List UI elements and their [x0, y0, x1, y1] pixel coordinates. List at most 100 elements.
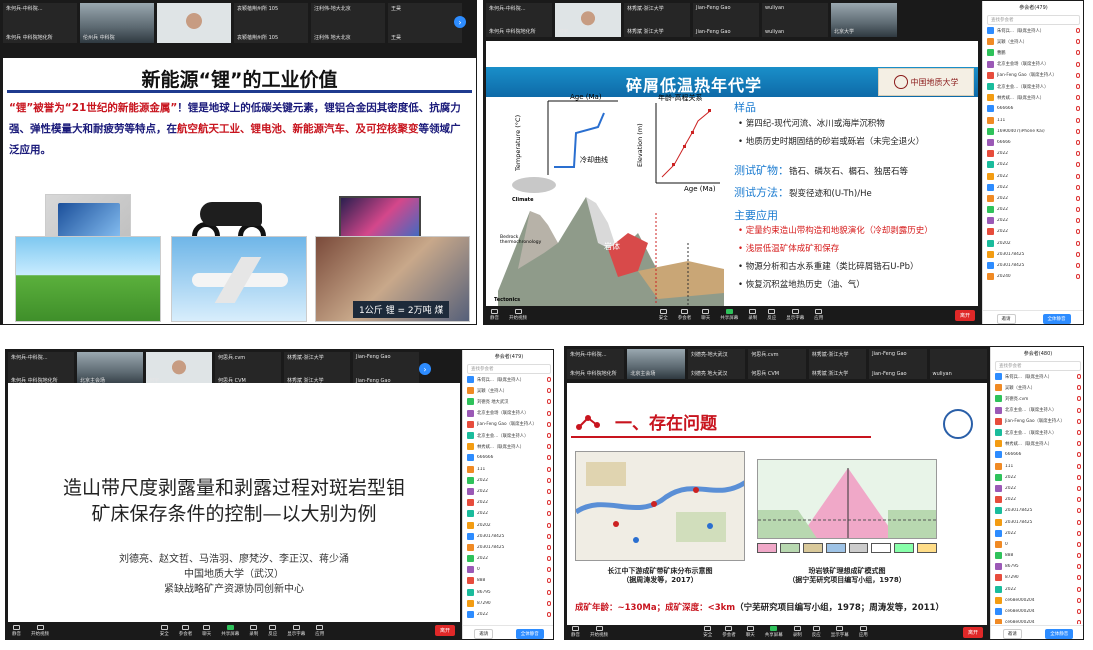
participant-tile[interactable]: wuliyan [929, 349, 987, 379]
participant-tile[interactable]: 北京大学 [831, 3, 897, 37]
participant-row[interactable]: 666666 [983, 103, 1083, 114]
participant-row[interactable]: 北京主会...（联席主持人） [991, 427, 1083, 438]
participant-tile[interactable]: 林秀斌-浙江大学 林秀斌 浙江大学 [624, 3, 690, 37]
apps-button[interactable]: 应用 [814, 309, 823, 321]
participant-row[interactable]: 666666 [463, 452, 553, 463]
leave-meeting-button[interactable]: 离开 [434, 625, 455, 636]
participant-row[interactable]: 888 [463, 575, 553, 586]
participant-row[interactable]: 吴颖（主持人） [463, 385, 553, 396]
participant-row[interactable]: 2022 [463, 497, 553, 508]
participant-row[interactable]: 86795 [463, 587, 553, 598]
participant-row[interactable]: 16900407(iPhone Kai) [983, 126, 1083, 137]
reactions-button[interactable]: 反应 [767, 309, 776, 321]
participant-row[interactable]: 2022 [463, 486, 553, 497]
record-button[interactable]: 录制 [249, 624, 258, 637]
mute-button[interactable]: 静音 [571, 626, 580, 638]
participant-row[interactable]: 2022 [991, 472, 1083, 483]
participant-search-input[interactable]: 查找参会者 [987, 15, 1080, 25]
mute-button[interactable]: 静音 [12, 624, 21, 637]
participant-row[interactable]: 2030178425 [991, 516, 1083, 527]
participant-tile[interactable]: 林秀斌-浙江大学 林秀斌 浙江大学 [808, 349, 867, 379]
captions-button[interactable]: 显示字幕 [831, 626, 849, 638]
participant-row[interactable]: 111 [463, 464, 553, 475]
next-page-icon[interactable]: › [454, 16, 466, 28]
participant-row[interactable]: 111 [983, 115, 1083, 126]
share-screen-button[interactable]: 共享屏幕 [765, 626, 783, 638]
participant-row[interactable]: 朱何兵...（联席主持人） [983, 25, 1083, 36]
participant-tile[interactable]: Jian-Feng Gao Jian-Feng Gao [869, 349, 927, 379]
participant-tile[interactable]: 朱何兵-中科院... 朱何兵 中科院地化所 [3, 3, 77, 43]
share-screen-button[interactable]: 共享屏幕 [720, 309, 738, 321]
participant-tile[interactable]: 何思兵.cvm 何思兵 CVM [215, 352, 281, 386]
participant-tile[interactable]: 何思兵.cvm 何思兵 CVM [748, 349, 806, 379]
start-video-button[interactable]: 开始视频 [31, 624, 49, 637]
participant-tile[interactable]: 朱何兵-中科院... 朱何兵 中科院地化所 [486, 3, 552, 37]
participant-tile[interactable]: 王昊 王昊 [388, 3, 462, 43]
participant-row[interactable]: 2022 [463, 553, 553, 564]
participant-row[interactable]: 2022 [983, 148, 1083, 159]
participant-row[interactable]: 20240 [983, 271, 1083, 282]
participant-row[interactable]: Jian-Feng Gao（联席主持人） [983, 70, 1083, 81]
start-video-button[interactable]: 开始视频 [509, 309, 527, 321]
participant-row[interactable]: 刘德亮.cvm [991, 393, 1083, 404]
participants-button[interactable]: 参会者 [722, 626, 736, 638]
participant-row[interactable]: 2030178425 [983, 260, 1083, 271]
participant-row[interactable]: 北京主会...（联席主持人） [463, 430, 553, 441]
invite-button[interactable]: 邀请 [474, 628, 494, 639]
participant-row[interactable]: 2030178425 [991, 505, 1083, 516]
mute-all-button[interactable]: 全体静音 [1045, 628, 1074, 639]
participant-row[interactable]: 2022 [983, 226, 1083, 237]
participant-row[interactable]: 林秀斌...（联席主持人） [991, 438, 1083, 449]
participants-button[interactable]: 参会者 [678, 309, 691, 321]
participant-row[interactable]: Jian-Feng Gao（联席主持人） [463, 419, 553, 430]
captions-button[interactable]: 显示字幕 [287, 624, 305, 637]
participant-row[interactable]: 2022 [991, 483, 1083, 494]
participant-row[interactable]: 2022 [983, 204, 1083, 215]
participant-tile[interactable]: 袁颖蓓荆州所 105 袁颖蓓荆州所 105 [234, 3, 308, 43]
security-button[interactable]: 安全 [659, 309, 668, 321]
participant-tile[interactable]: 何宇 [146, 352, 212, 386]
participant-search-input[interactable]: 查找参会者 [467, 364, 551, 374]
participant-row[interactable]: 2030178425 [463, 542, 553, 553]
next-page-icon[interactable]: › [419, 363, 431, 375]
participant-row[interactable]: 吴颖（主持人） [991, 382, 1083, 393]
record-button[interactable]: 录制 [748, 309, 757, 321]
participant-row[interactable]: 吴颖（主持人） [983, 36, 1083, 47]
share-screen-button[interactable]: 共享屏幕 [221, 624, 239, 637]
chat-button[interactable]: 聊天 [202, 624, 211, 637]
participant-tile[interactable]: 刘德亮-地大武汉 刘德亮 地大武汉 [687, 349, 746, 379]
captions-button[interactable]: 显示字幕 [786, 309, 804, 321]
chat-button[interactable]: 聊天 [746, 626, 755, 638]
reactions-button[interactable]: 反应 [268, 624, 277, 637]
participant-search-input[interactable]: 查找参会者 [995, 361, 1081, 371]
reactions-button[interactable]: 反应 [812, 626, 821, 638]
participant-row[interactable]: 朱何兵...（联席主持人） [463, 374, 553, 385]
participant-row[interactable]: 2022 [463, 609, 553, 620]
participant-row[interactable]: 2022 [463, 508, 553, 519]
participant-tile[interactable]: Jian-Feng Gao Jian-Feng Gao [693, 3, 759, 37]
participant-row[interactable]: 北京主会场（联席主持人） [983, 59, 1083, 70]
participant-tile[interactable]: 北京主会场 [627, 349, 685, 379]
participant-row[interactable]: 北京主会...（联席主持人） [991, 405, 1083, 416]
participant-row[interactable]: 刘德亮 地大武汉 [463, 396, 553, 407]
participant-row[interactable]: 林秀斌...（联席主持人） [463, 441, 553, 452]
participant-tile[interactable]: 朱何兵-中科院... 朱何兵 中科院地化所 [8, 352, 74, 386]
participant-row[interactable]: 朱何兵...（联席主持人） [991, 371, 1083, 382]
participant-row[interactable]: 0 [991, 539, 1083, 550]
participant-tile[interactable]: 何宇 [555, 3, 621, 37]
participant-tile[interactable]: 林秀斌-浙江大学 林秀斌 浙江大学 [284, 352, 350, 386]
participant-row[interactable]: 20202 [463, 519, 553, 530]
participant-row[interactable]: 2022 [983, 182, 1083, 193]
participant-tile[interactable]: 伦州兵 中科院 [80, 3, 154, 43]
invite-button[interactable]: 邀请 [996, 313, 1016, 324]
participant-row[interactable]: 2022 [991, 494, 1083, 505]
leave-meeting-button[interactable]: 离开 [962, 626, 983, 638]
security-button[interactable]: 安全 [703, 626, 712, 638]
participant-row[interactable]: 2022 [983, 215, 1083, 226]
participant-tile[interactable] [157, 3, 231, 43]
participant-tile[interactable]: 北京主会场 [77, 352, 143, 386]
participant-row[interactable]: 2022 [991, 528, 1083, 539]
participants-button[interactable]: 参会者 [179, 624, 192, 637]
participant-row[interactable]: ce68e000204 [991, 606, 1083, 617]
participant-row[interactable]: 888 [991, 550, 1083, 561]
